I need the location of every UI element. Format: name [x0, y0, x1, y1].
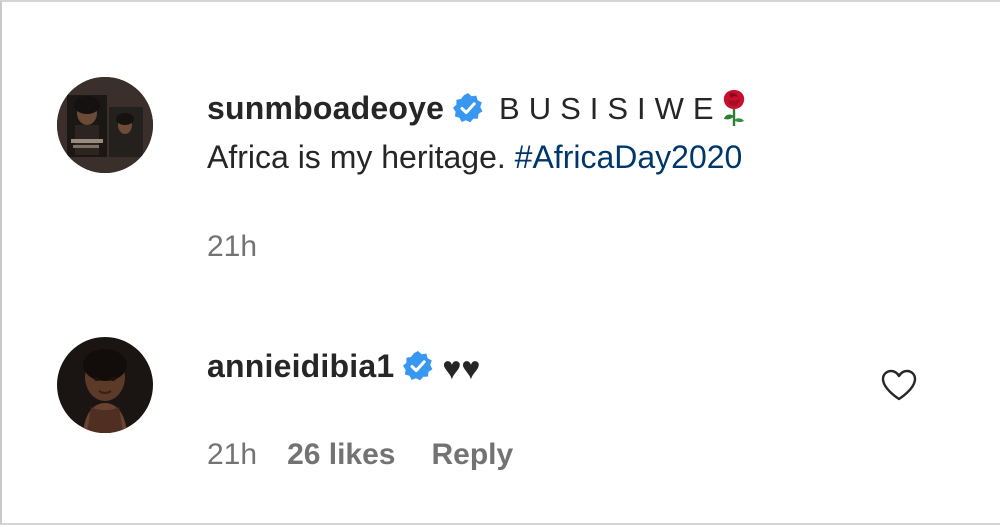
display-name: BUSISIWE	[499, 91, 723, 126]
post-caption: sunmboadeoye BUSISIWE Africa is my herit…	[2, 2, 1000, 302]
hashtag-link[interactable]: #AfricaDay2020	[515, 139, 743, 175]
comment-item: annieidibia1 ♥♥ 21h 26 likes Reply	[2, 302, 1000, 527]
avatar[interactable]	[57, 337, 153, 433]
avatar-image	[57, 77, 153, 173]
comment-header: annieidibia1 ♥♥	[207, 348, 480, 387]
timestamp[interactable]: 21h	[207, 230, 257, 264]
caption-meta: 21h	[207, 230, 257, 264]
rose-icon	[719, 86, 749, 128]
avatar-image	[57, 337, 153, 433]
caption-text: Africa is my heritage. #AfricaDay2020	[207, 139, 742, 176]
caption-body: Africa is my heritage.	[207, 139, 515, 175]
timestamp[interactable]: 21h	[207, 438, 257, 472]
reply-button[interactable]: Reply	[432, 438, 514, 472]
verified-badge-icon	[452, 92, 484, 124]
avatar[interactable]	[57, 77, 153, 173]
heart-outline-icon[interactable]	[880, 368, 918, 402]
comment-panel: sunmboadeoye BUSISIWE Africa is my herit…	[0, 0, 1000, 525]
comment-text: ♥♥	[442, 350, 481, 386]
likes-count[interactable]: 26 likes	[287, 438, 395, 472]
username[interactable]: sunmboadeoye	[207, 90, 444, 126]
username[interactable]: annieidibia1	[207, 348, 394, 384]
verified-badge-icon	[402, 350, 434, 382]
caption-header: sunmboadeoye BUSISIWE	[207, 86, 749, 128]
comment-meta: 21h 26 likes Reply	[207, 438, 513, 472]
